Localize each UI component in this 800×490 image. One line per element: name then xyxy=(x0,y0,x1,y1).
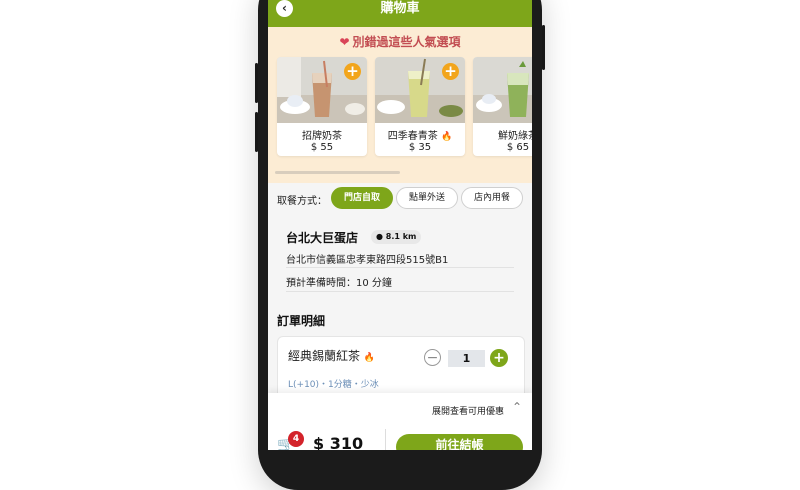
order-item-options: L(+10)・1分糖・少冰 xyxy=(288,380,379,390)
flame-icon: 🔥 xyxy=(440,132,453,142)
product-name: 鮮奶綠茶 xyxy=(473,127,532,142)
popular-title-text: 別錯過這些人氣選項 xyxy=(352,35,461,49)
carousel-scrollbar[interactable] xyxy=(275,171,400,174)
order-item-name-text: 經典錫蘭紅茶 xyxy=(288,349,361,363)
heart-icon: ❤ xyxy=(339,35,350,49)
prep-time: 預計準備時間：10 分鐘 xyxy=(286,278,392,289)
top-bar: ‹ 購物車 xyxy=(268,0,532,27)
checkout-button[interactable]: 前往結帳 xyxy=(396,434,523,450)
store-address: 台北市信義區忠孝東路四段515號B1 xyxy=(286,255,449,266)
popular-title: ❤ 別錯過這些人氣選項 xyxy=(268,33,532,50)
page-title: 購物車 xyxy=(380,1,420,16)
product-name: 招牌奶茶 xyxy=(277,127,367,142)
popular-item-card[interactable]: + 四季春青茶 🔥 $ 35 xyxy=(375,57,465,156)
pickup-method-row: 取餐方式： 門店自取 點單外送 店內用餐 xyxy=(268,183,532,213)
pickup-option-store[interactable]: 門店自取 xyxy=(331,187,393,209)
pickup-method-label: 取餐方式： xyxy=(277,196,327,207)
divider xyxy=(286,291,514,292)
popular-section: ❤ 別錯過這些人氣選項 + 招牌奶茶 $ 55 + 四季春青茶 🔥 $ 35 鮮… xyxy=(268,27,532,183)
app-screen: ‹ 購物車 ❤ 別錯過這些人氣選項 + 招牌奶茶 $ 55 + 四季春青茶 🔥 … xyxy=(268,0,532,450)
decrease-quantity-button[interactable]: − xyxy=(424,349,441,366)
distance-text: 8.1 km xyxy=(385,232,417,241)
checkout-bar: 🛒 4 $ 310 前往結帳 xyxy=(268,427,532,450)
product-name: 四季春青茶 🔥 xyxy=(375,127,465,142)
divider xyxy=(286,267,514,268)
order-details-title: 訂單明細 xyxy=(277,314,326,328)
total-price: $ 310 xyxy=(313,434,364,450)
order-item-name: 經典錫蘭紅茶 🔥 xyxy=(288,347,375,364)
promo-bar[interactable]: 展開查看可用優惠 ⌃ xyxy=(268,393,532,427)
store-name: 台北大巨蛋店 xyxy=(286,231,359,245)
add-to-cart-button[interactable]: + xyxy=(442,63,459,80)
increase-quantity-button[interactable]: + xyxy=(490,349,508,367)
promo-text[interactable]: 展開查看可用優惠 xyxy=(432,404,504,417)
popular-item-card[interactable]: 鮮奶綠茶 $ 65 xyxy=(473,57,532,156)
popular-item-card[interactable]: + 招牌奶茶 $ 55 xyxy=(277,57,367,156)
quantity-value[interactable]: 1 xyxy=(448,350,485,367)
distance-badge: ● 8.1 km xyxy=(371,230,422,244)
product-image xyxy=(473,57,532,123)
product-price: $ 35 xyxy=(408,142,432,153)
cart-count-badge: 4 xyxy=(288,431,304,447)
phone-side-button-right xyxy=(542,25,545,70)
product-price: $ 65 xyxy=(506,142,530,153)
flame-icon: 🔥 xyxy=(363,353,376,363)
location-pin-icon: ● xyxy=(376,232,383,241)
product-name-text: 四季春青茶 xyxy=(387,131,438,142)
pickup-option-dine-in[interactable]: 店內用餐 xyxy=(461,187,523,209)
add-to-cart-button[interactable]: + xyxy=(344,63,361,80)
chevron-up-icon[interactable]: ⌃ xyxy=(512,400,522,414)
product-price: $ 55 xyxy=(310,142,334,153)
product-name-text: 招牌奶茶 xyxy=(302,131,342,142)
product-name-text: 鮮奶綠茶 xyxy=(498,131,532,142)
divider xyxy=(385,429,386,450)
pickup-option-delivery[interactable]: 點單外送 xyxy=(396,187,458,209)
